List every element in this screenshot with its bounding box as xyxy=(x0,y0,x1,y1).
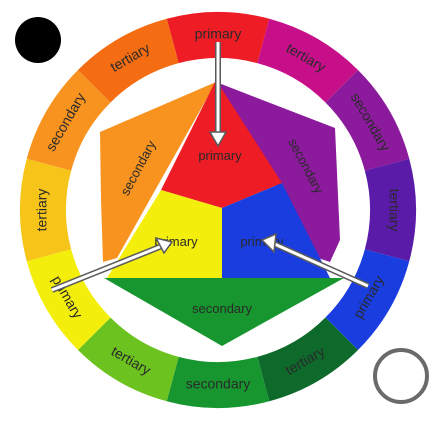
label-primary-top: primary xyxy=(198,148,242,163)
label-secondary-bottom: secondary xyxy=(192,301,252,316)
color-wheel-diagram: primarytertiarysecondarytertiaryprimaryt… xyxy=(15,11,429,409)
screen: primary tertiary secondary tertiary primary t… xyxy=(0,0,442,421)
record-indicator-dot xyxy=(15,17,61,63)
ring-label-9: tertiary xyxy=(34,189,50,232)
ring-label-0: primary xyxy=(195,26,242,42)
shutter-button[interactable] xyxy=(373,348,429,404)
ring-label-6: secondary xyxy=(186,376,251,392)
ring-label-3: tertiary xyxy=(386,189,402,232)
